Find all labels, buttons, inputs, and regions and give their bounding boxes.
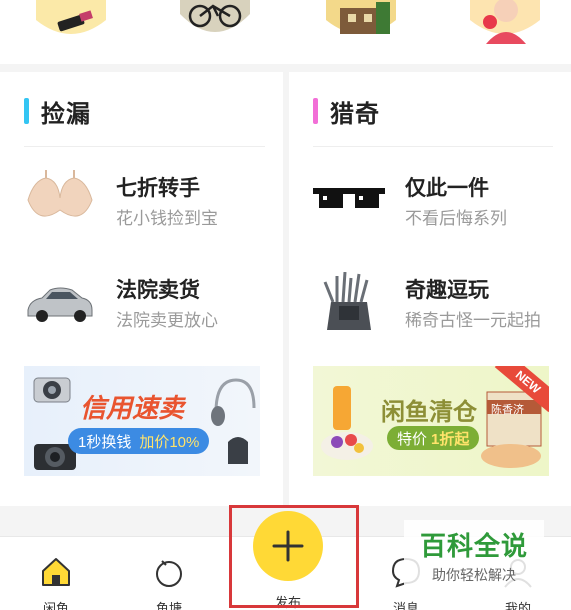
car-image xyxy=(27,287,93,322)
section-jianlou: 捡漏 七折转手 花小钱捡到宝 法院卖货 法院卖更放心 信用速卖 1秒换钱 加价1… xyxy=(0,72,283,506)
banner-pill-text: 1秒换钱 xyxy=(78,433,132,451)
watermark-subtitle: 助你轻松解决 xyxy=(432,567,516,583)
pixel-sunglasses-image xyxy=(313,188,385,208)
section-header: 捡漏 xyxy=(24,96,91,128)
section-header: 猎奇 xyxy=(313,96,380,128)
iron-throne-image xyxy=(323,272,371,330)
tab-label: 鱼塘 xyxy=(155,601,182,610)
credit-quick-sell-banner[interactable]: 信用速卖 1秒换钱 加价10% xyxy=(24,366,260,476)
section-lieqi: 猎奇 仅此一件 不看后悔系列 奇趣逗玩 稀奇古怪一元起拍 闲鱼清仓 特价 1折起… xyxy=(289,72,571,506)
banner-pill-prefix: 特价 xyxy=(397,430,428,448)
tab-home[interactable]: 闲鱼 xyxy=(26,555,86,610)
lipstick-icon xyxy=(36,0,106,34)
section-title: 猎奇 xyxy=(330,100,380,128)
tab-label: 闲鱼 xyxy=(42,601,69,610)
tab-pond[interactable]: 鱼塘 xyxy=(139,555,199,610)
item-title: 奇趣逗玩 xyxy=(405,279,489,302)
banner-pill: 特价 1折起 xyxy=(387,426,480,450)
category-girl-thumb[interactable] xyxy=(470,0,540,44)
bra-image xyxy=(27,170,93,217)
category-strip xyxy=(0,0,571,64)
list-item-fun-play[interactable]: 奇趣逗玩 稀奇古怪一元起拍 xyxy=(313,268,563,338)
section-title: 捡漏 xyxy=(41,100,91,128)
banner-title: 信用速卖 xyxy=(80,393,185,423)
list-item-one-of-a-kind[interactable]: 仅此一件 不看后悔系列 xyxy=(313,166,563,236)
clearance-sale-banner[interactable]: 闲鱼清仓 特价 1折起 陈香济 NEW xyxy=(313,366,549,476)
tab-label: 我的 xyxy=(504,601,531,610)
divider xyxy=(313,146,553,147)
item-subtitle: 稀奇古怪一元起拍 xyxy=(405,311,541,330)
banner-pill-extra: 加价10% xyxy=(139,433,200,451)
highlight-frame xyxy=(229,505,359,608)
banner-title: 闲鱼清仓 xyxy=(381,399,477,426)
section-accent-bar xyxy=(24,98,29,124)
item-subtitle: 法院卖更放心 xyxy=(116,311,218,330)
home-icon xyxy=(42,558,70,586)
item-subtitle: 不看后悔系列 xyxy=(405,209,507,228)
tab-label: 消息 xyxy=(392,601,419,610)
category-lipstick-thumb[interactable] xyxy=(36,0,106,44)
list-item-court-sale[interactable]: 法院卖货 法院卖更放心 xyxy=(24,268,274,338)
divider xyxy=(24,146,265,147)
watermark-title: 百科全说 xyxy=(419,531,528,561)
item-title: 仅此一件 xyxy=(405,177,489,200)
category-house-thumb[interactable] xyxy=(326,0,396,44)
banner-pill: 1秒换钱 加价10% xyxy=(68,428,210,454)
pond-icon xyxy=(156,560,182,587)
watermark: 百科全说 助你轻松解决 xyxy=(404,520,544,590)
item-subtitle: 花小钱捡到宝 xyxy=(116,209,218,228)
camera-icon xyxy=(33,377,71,403)
item-title: 法院卖货 xyxy=(116,279,200,302)
headphones-icon xyxy=(211,378,256,464)
snacks-icon xyxy=(321,386,373,460)
item-title: 七折转手 xyxy=(116,177,200,200)
list-item-discount-resale[interactable]: 七折转手 花小钱捡到宝 xyxy=(24,166,274,236)
girl-avatar-icon xyxy=(470,0,540,44)
bicycle-icon xyxy=(180,0,250,32)
house-icon xyxy=(326,0,396,34)
banner-pill-highlight: 1折起 xyxy=(431,430,470,448)
section-accent-bar xyxy=(313,98,318,124)
category-bicycle-thumb[interactable] xyxy=(180,0,250,44)
tea-box-label: 陈香济 xyxy=(491,404,524,416)
